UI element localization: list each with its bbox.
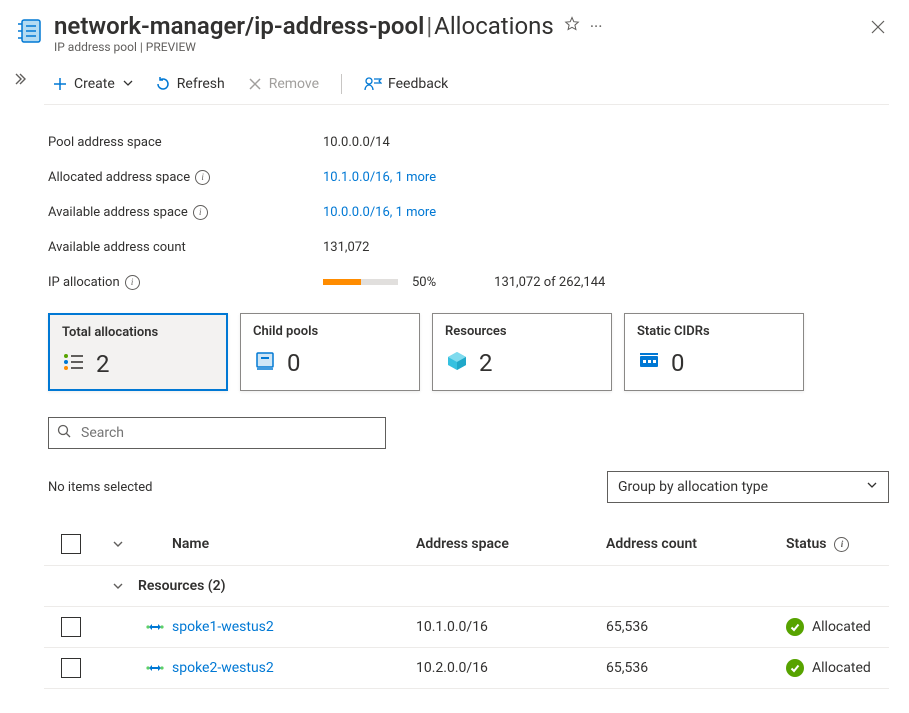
feedback-button[interactable]: Feedback: [356, 68, 456, 100]
label-ip-allocation: IP allocation i: [48, 275, 323, 290]
essentials-panel: Pool address space 10.0.0.0/14 Allocated…: [44, 127, 889, 297]
selection-summary: No items selected: [48, 480, 153, 495]
page-title: network-manager/ip-address-pool|Allocati…: [54, 12, 554, 40]
child-pool-icon: [253, 349, 277, 377]
page-subtitle: IP address pool | PREVIEW: [54, 40, 893, 54]
row-checkbox[interactable]: [61, 617, 81, 637]
row-name-link[interactable]: spoke1-westus2: [172, 619, 416, 635]
blade-header: network-manager/ip-address-pool|Allocati…: [0, 0, 909, 58]
label-available-space: Available address space i: [48, 205, 323, 220]
group-by-dropdown[interactable]: Group by allocation type: [607, 471, 889, 503]
row-address-count: 65,536: [606, 660, 786, 676]
col-header-name[interactable]: Name: [172, 536, 416, 552]
group-row-resources[interactable]: Resources (2): [44, 566, 889, 607]
allocations-table: Name Address space Address count Status …: [44, 523, 889, 689]
more-actions-icon[interactable]: ···: [590, 17, 603, 36]
search-icon: [57, 424, 71, 442]
card-child-pools[interactable]: Child pools 0: [240, 313, 420, 391]
collapse-group-toggle[interactable]: [98, 580, 138, 592]
row-address-space: 10.2.0.0/16: [416, 660, 606, 676]
table-header: Name Address space Address count Status …: [44, 523, 889, 566]
close-blade-button[interactable]: [871, 20, 885, 38]
allocation-progress-bar: [323, 279, 398, 285]
table-row: spoke1-westus2 10.1.0.0/16 65,536 Alloca…: [44, 607, 889, 648]
resource-type-icon: [18, 18, 44, 48]
status-success-icon: [786, 618, 804, 636]
card-total-allocations[interactable]: Total allocations 2: [48, 313, 228, 391]
value-available-count: 131,072: [323, 240, 369, 255]
refresh-button[interactable]: Refresh: [147, 68, 233, 100]
status-success-icon: [786, 659, 804, 677]
pin-favorite-icon[interactable]: [564, 16, 580, 36]
label-available-count: Available address count: [48, 240, 323, 255]
row-status-text: Allocated: [812, 619, 871, 635]
col-header-address-space[interactable]: Address space: [416, 536, 606, 552]
remove-button: Remove: [239, 68, 327, 100]
search-box[interactable]: [48, 417, 386, 449]
list-icon: [62, 350, 86, 378]
row-checkbox[interactable]: [61, 658, 81, 678]
expand-all-toggle[interactable]: [98, 538, 138, 550]
col-header-status[interactable]: Status i: [786, 536, 889, 552]
value-available-space[interactable]: 10.0.0.0/16, 1 more: [323, 205, 436, 220]
label-pool-address-space: Pool address space: [48, 135, 323, 150]
summary-cards: Total allocations 2 Child pools 0: [44, 313, 889, 391]
col-header-address-count[interactable]: Address count: [606, 536, 786, 552]
search-input[interactable]: [79, 424, 377, 442]
card-resources[interactable]: Resources 2: [432, 313, 612, 391]
label-allocated-space: Allocated address space i: [48, 170, 323, 185]
allocation-ratio: 131,072 of 262,144: [494, 275, 605, 290]
table-row: spoke2-westus2 10.2.0.0/16 65,536 Alloca…: [44, 648, 889, 689]
create-button[interactable]: Create: [44, 68, 141, 100]
cidr-icon: [637, 349, 661, 377]
chevron-down-icon: [866, 479, 878, 495]
row-name-link[interactable]: spoke2-westus2: [172, 660, 416, 676]
info-icon[interactable]: i: [125, 275, 140, 290]
value-allocated-space[interactable]: 10.1.0.0/16, 1 more: [323, 170, 436, 185]
row-status-text: Allocated: [812, 660, 871, 676]
vnet-icon: [138, 618, 172, 636]
command-bar: Create Refresh Remove Feedback: [44, 64, 889, 105]
vnet-icon: [138, 659, 172, 677]
select-all-checkbox[interactable]: [61, 534, 81, 554]
value-pool-address-space: 10.0.0.0/14: [323, 135, 390, 150]
resource-cube-icon: [445, 349, 469, 377]
info-icon[interactable]: i: [195, 170, 210, 185]
card-static-cidrs[interactable]: Static CIDRs 0: [624, 313, 804, 391]
row-address-count: 65,536: [606, 619, 786, 635]
chevron-down-icon: [123, 78, 133, 91]
allocation-percent: 50%: [412, 275, 436, 290]
expand-nav-icon[interactable]: [15, 75, 29, 90]
row-address-space: 10.1.0.0/16: [416, 619, 606, 635]
info-icon[interactable]: i: [193, 205, 208, 220]
toolbar-separator: [341, 74, 342, 94]
info-icon[interactable]: i: [834, 537, 849, 552]
